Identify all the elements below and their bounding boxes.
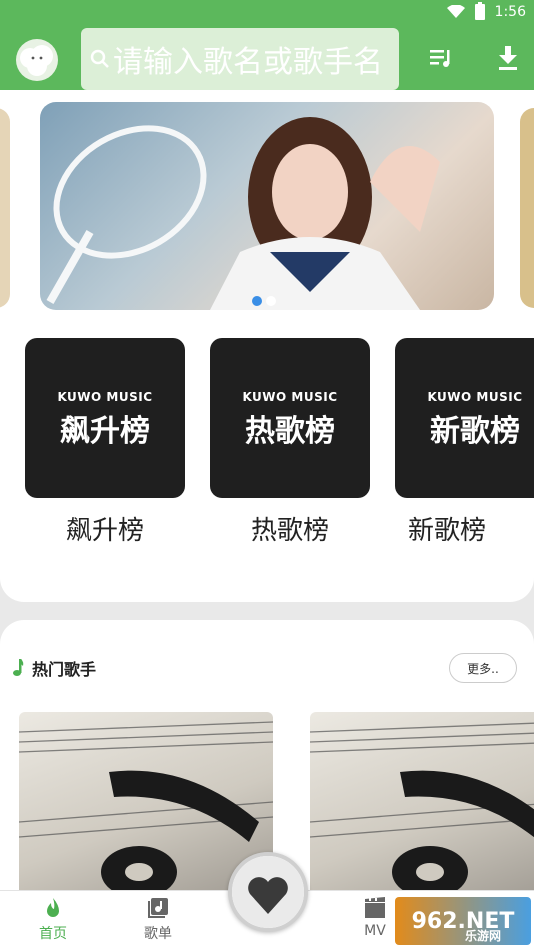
rank-cover-hot[interactable]: KUWO MUSIC 热歌榜 <box>210 338 370 498</box>
kuwo-brand: KUWO MUSIC <box>57 390 153 404</box>
nav-label: MV <box>364 923 386 939</box>
search-placeholder: 请输入歌名或歌手名 <box>113 45 383 80</box>
music-sheet-image <box>19 721 273 890</box>
banner-carousel[interactable] <box>40 102 494 310</box>
section-header: 热门歌手 <box>12 656 96 680</box>
header: 1:56 请输入歌名或歌手名 <box>0 0 534 90</box>
more-button[interactable]: 更多.. <box>449 653 517 683</box>
battery-icon <box>474 2 485 20</box>
nav-playlists[interactable]: 歌单 <box>128 897 188 943</box>
music-library-icon <box>148 898 168 918</box>
banner-next-peek[interactable] <box>520 108 534 308</box>
nav-label: 歌单 <box>144 926 172 942</box>
carousel-dot <box>266 296 276 306</box>
rank-cover-new[interactable]: KUWO MUSIC 新歌榜 <box>395 338 534 498</box>
rank-cover-title: 热歌榜 <box>245 414 335 449</box>
wifi-icon <box>446 5 465 18</box>
featured-section: KUWO MUSIC 飙升榜 飙升榜 KUWO MUSIC 热歌榜 热歌榜 KU… <box>0 90 534 602</box>
banner-prev-peek[interactable] <box>0 108 10 308</box>
kuwo-brand: KUWO MUSIC <box>242 390 338 404</box>
status-bar: 1:56 <box>446 2 526 20</box>
now-playing-disc[interactable] <box>228 852 308 932</box>
watermark-subtext: 乐游网 <box>465 929 502 943</box>
download-icon[interactable] <box>497 46 519 70</box>
music-note-icon <box>13 659 24 676</box>
music-sheet-image <box>310 722 534 890</box>
rank-cover-title: 新歌榜 <box>430 414 520 449</box>
singer-card[interactable] <box>310 712 534 890</box>
search-input[interactable]: 请输入歌名或歌手名 <box>81 28 399 90</box>
film-icon <box>365 897 385 918</box>
rank-cover-soaring[interactable]: KUWO MUSIC 飙升榜 <box>25 338 185 498</box>
rank-list-row: KUWO MUSIC 飙升榜 飙升榜 KUWO MUSIC 热歌榜 热歌榜 KU… <box>25 338 534 548</box>
singer-card[interactable] <box>19 712 273 890</box>
flame-icon <box>47 898 59 917</box>
cloud-mascot-icon[interactable] <box>14 36 60 82</box>
nav-label: 首页 <box>39 926 67 942</box>
rank-label-hot[interactable]: 热歌榜 <box>210 510 370 547</box>
carousel-dot <box>252 296 262 306</box>
status-time: 1:56 <box>494 4 526 20</box>
banner-image <box>46 117 440 310</box>
search-icon <box>90 49 109 68</box>
playlist-icon[interactable] <box>430 48 454 68</box>
carousel-indicator <box>252 296 276 306</box>
rank-label-soaring[interactable]: 飙升榜 <box>25 510 185 547</box>
hot-singers-section: 热门歌手 更多.. <box>0 620 534 890</box>
rank-cover-title: 飙升榜 <box>60 414 150 449</box>
kuwo-brand: KUWO MUSIC <box>427 390 523 404</box>
rank-label-new[interactable]: 新歌榜 <box>367 510 527 547</box>
section-title: 热门歌手 <box>32 660 97 679</box>
album-art <box>232 856 304 928</box>
nav-home[interactable]: 首页 <box>23 897 83 943</box>
site-watermark: 962.NET 乐游网 <box>395 897 531 945</box>
